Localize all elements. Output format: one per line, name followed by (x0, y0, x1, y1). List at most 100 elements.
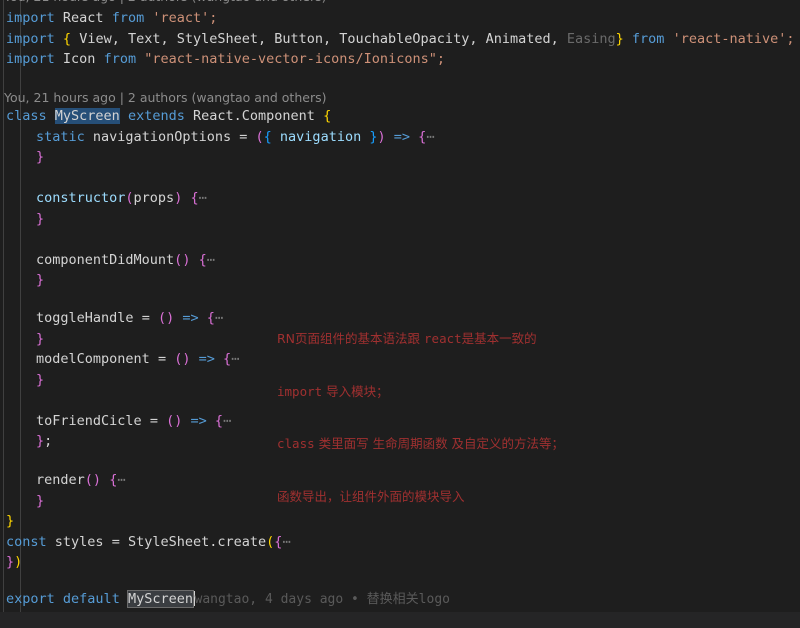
brace-open: { (190, 190, 199, 206)
chinese-comment-block: RN页面组件的基本语法跟 react是基本一致的 import 导入模块； cl… (277, 295, 607, 540)
paren-open: ( (166, 412, 175, 429)
identifier-model-component: modelComponent (36, 351, 150, 367)
paren-open: ( (255, 128, 264, 145)
code-line-blank[interactable] (0, 168, 800, 189)
paren-close: ) (174, 190, 183, 206)
code-line-blank[interactable] (0, 229, 800, 250)
paren-close: ) (377, 128, 386, 145)
import-members: View, Text, StyleSheet, Button, Touchabl… (71, 30, 567, 47)
code-line-component-did-mount[interactable]: componentDidMount() {⋯ (0, 250, 800, 271)
identifier-icon: Icon (62, 51, 96, 67)
keyword-extends: extends (127, 108, 185, 124)
identifier-component-did-mount: componentDidMount (36, 251, 175, 268)
string-ionicons-module: "react-native-vector-icons/Ionicons"; (144, 51, 445, 67)
folded-region-ellipsis[interactable]: ⋯ (223, 413, 231, 429)
folded-region-ellipsis[interactable]: ⋯ (117, 472, 125, 488)
brace-close: } (36, 492, 45, 509)
identifier-react-component: React.Component (193, 108, 315, 124)
brace-close: } (36, 272, 45, 288)
arrow-operator: => (393, 128, 411, 145)
paren-close: ) (92, 472, 102, 488)
operator-assign: = (157, 351, 167, 367)
folded-region-ellipsis[interactable]: ⋯ (199, 190, 207, 206)
identifier-stylesheet-create: StyleSheet.create (127, 533, 267, 550)
brace-close: } (36, 433, 45, 449)
editor-bottom-area (0, 612, 800, 628)
operator-assign: = (149, 412, 158, 429)
blame-annotation-clipped: You, 21 hours ago | 2 authors (wangtao a… (0, 0, 800, 8)
brace-open: { (323, 108, 332, 124)
comment-text-1a: RN页面组件的基本语法跟 (277, 331, 425, 346)
brace-open: { (198, 251, 207, 268)
paren-open: ( (125, 190, 134, 206)
inline-blame-annotation[interactable]: wangtao, 4 days ago • 替换相关logo (195, 592, 451, 607)
folded-region-ellipsis[interactable]: ⋯ (231, 351, 239, 367)
brace-open: { (62, 30, 72, 47)
code-line-import-react[interactable]: import React from 'react'; (0, 8, 800, 29)
code-line-close-brace[interactable]: } (0, 270, 800, 291)
code-line-export-default[interactable]: export default MyScreen wangtao, 4 days a… (0, 589, 800, 610)
brace-open: { (223, 351, 232, 367)
identifier-constructor: constructor (36, 190, 126, 206)
arrow-operator: => (190, 412, 207, 429)
folded-region-ellipsis[interactable]: ⋯ (207, 252, 215, 268)
semicolon: ; (44, 433, 53, 449)
folded-region-ellipsis[interactable]: ⋯ (426, 129, 434, 145)
identifier-render: render (36, 472, 85, 488)
code-line-close-brace[interactable]: } (0, 209, 800, 230)
keyword-const: const (6, 533, 47, 550)
brace-close: } (36, 330, 45, 347)
brace-close: } (6, 513, 15, 529)
code-line-navigation-options[interactable]: static navigationOptions = ({ navigation… (0, 127, 800, 148)
keyword-import: import (6, 51, 55, 67)
keyword-static: static (36, 128, 85, 145)
comment-line-1: RN页面组件的基本语法跟 react是基本一致的 (277, 330, 607, 348)
keyword-export: export (6, 591, 55, 607)
comment-text-2b: 导入模块； (322, 383, 389, 399)
identifier-navigation-options: navigationOptions (92, 128, 232, 145)
comment-line-2: import 导入模块； (277, 383, 607, 401)
code-line-close-brace[interactable]: } (0, 147, 800, 168)
keyword-default: default (62, 591, 120, 607)
comment-text-1c: 是基本一致的 (461, 331, 537, 346)
code-line-close-create[interactable]: }) (0, 552, 800, 573)
folded-region-ellipsis[interactable]: ⋯ (215, 310, 223, 326)
selected-export-name[interactable]: MyScreen (126, 590, 195, 608)
param-navigation: navigation (271, 128, 370, 145)
brace-close: } (6, 554, 15, 570)
code-line-import-react-native[interactable]: import { View, Text, StyleSheet, Button,… (0, 29, 800, 50)
brace-close: } (36, 210, 45, 227)
operator-assign: = (141, 310, 150, 326)
operator-assign: = (111, 533, 120, 550)
selected-class-name[interactable]: MyScreen (54, 108, 120, 124)
code-line-constructor[interactable]: constructor(props) {⋯ (0, 188, 800, 209)
keyword-from: from (103, 51, 137, 67)
keyword-from: from (111, 10, 145, 26)
string-react-native-module: 'react-native'; (672, 30, 795, 47)
code-line-import-icon[interactable]: import Icon from "react-native-vector-ic… (0, 49, 800, 70)
code-editor[interactable]: You, 21 hours ago | 2 authors (wangtao a… (0, 0, 800, 612)
arrow-operator: => (198, 351, 215, 367)
keyword-class: class (6, 108, 47, 124)
paren-close: ) (182, 251, 191, 268)
keyword-import: import (6, 10, 55, 26)
comment-text-1b: react (424, 331, 462, 346)
keyword-import: import (6, 30, 55, 47)
comment-text-2a: import (277, 383, 323, 399)
string-react-module: 'react'; (152, 10, 218, 26)
identifier-toggle-handle: toggleHandle (36, 310, 134, 326)
code-line-class-declaration[interactable]: class MyScreen extends React.Component { (0, 106, 800, 127)
arrow-operator: => (182, 310, 199, 326)
paren-close: ) (182, 351, 191, 367)
comment-text-3a: class (277, 436, 315, 451)
brace-open: { (214, 412, 224, 429)
keyword-from: from (631, 30, 665, 47)
comment-text-3b: 类里面写 生命周期函数 及自定义的方法等； (314, 436, 565, 451)
brace-close: } (615, 30, 624, 47)
comment-line-4: 函数导出，让组件外面的模块导入 (277, 488, 465, 504)
brace-open: { (263, 128, 272, 145)
brace-close: } (36, 371, 45, 388)
identifier-styles: styles (54, 533, 104, 550)
identifier-easing-unused: Easing (566, 30, 616, 47)
code-line-blank[interactable] (0, 70, 800, 91)
